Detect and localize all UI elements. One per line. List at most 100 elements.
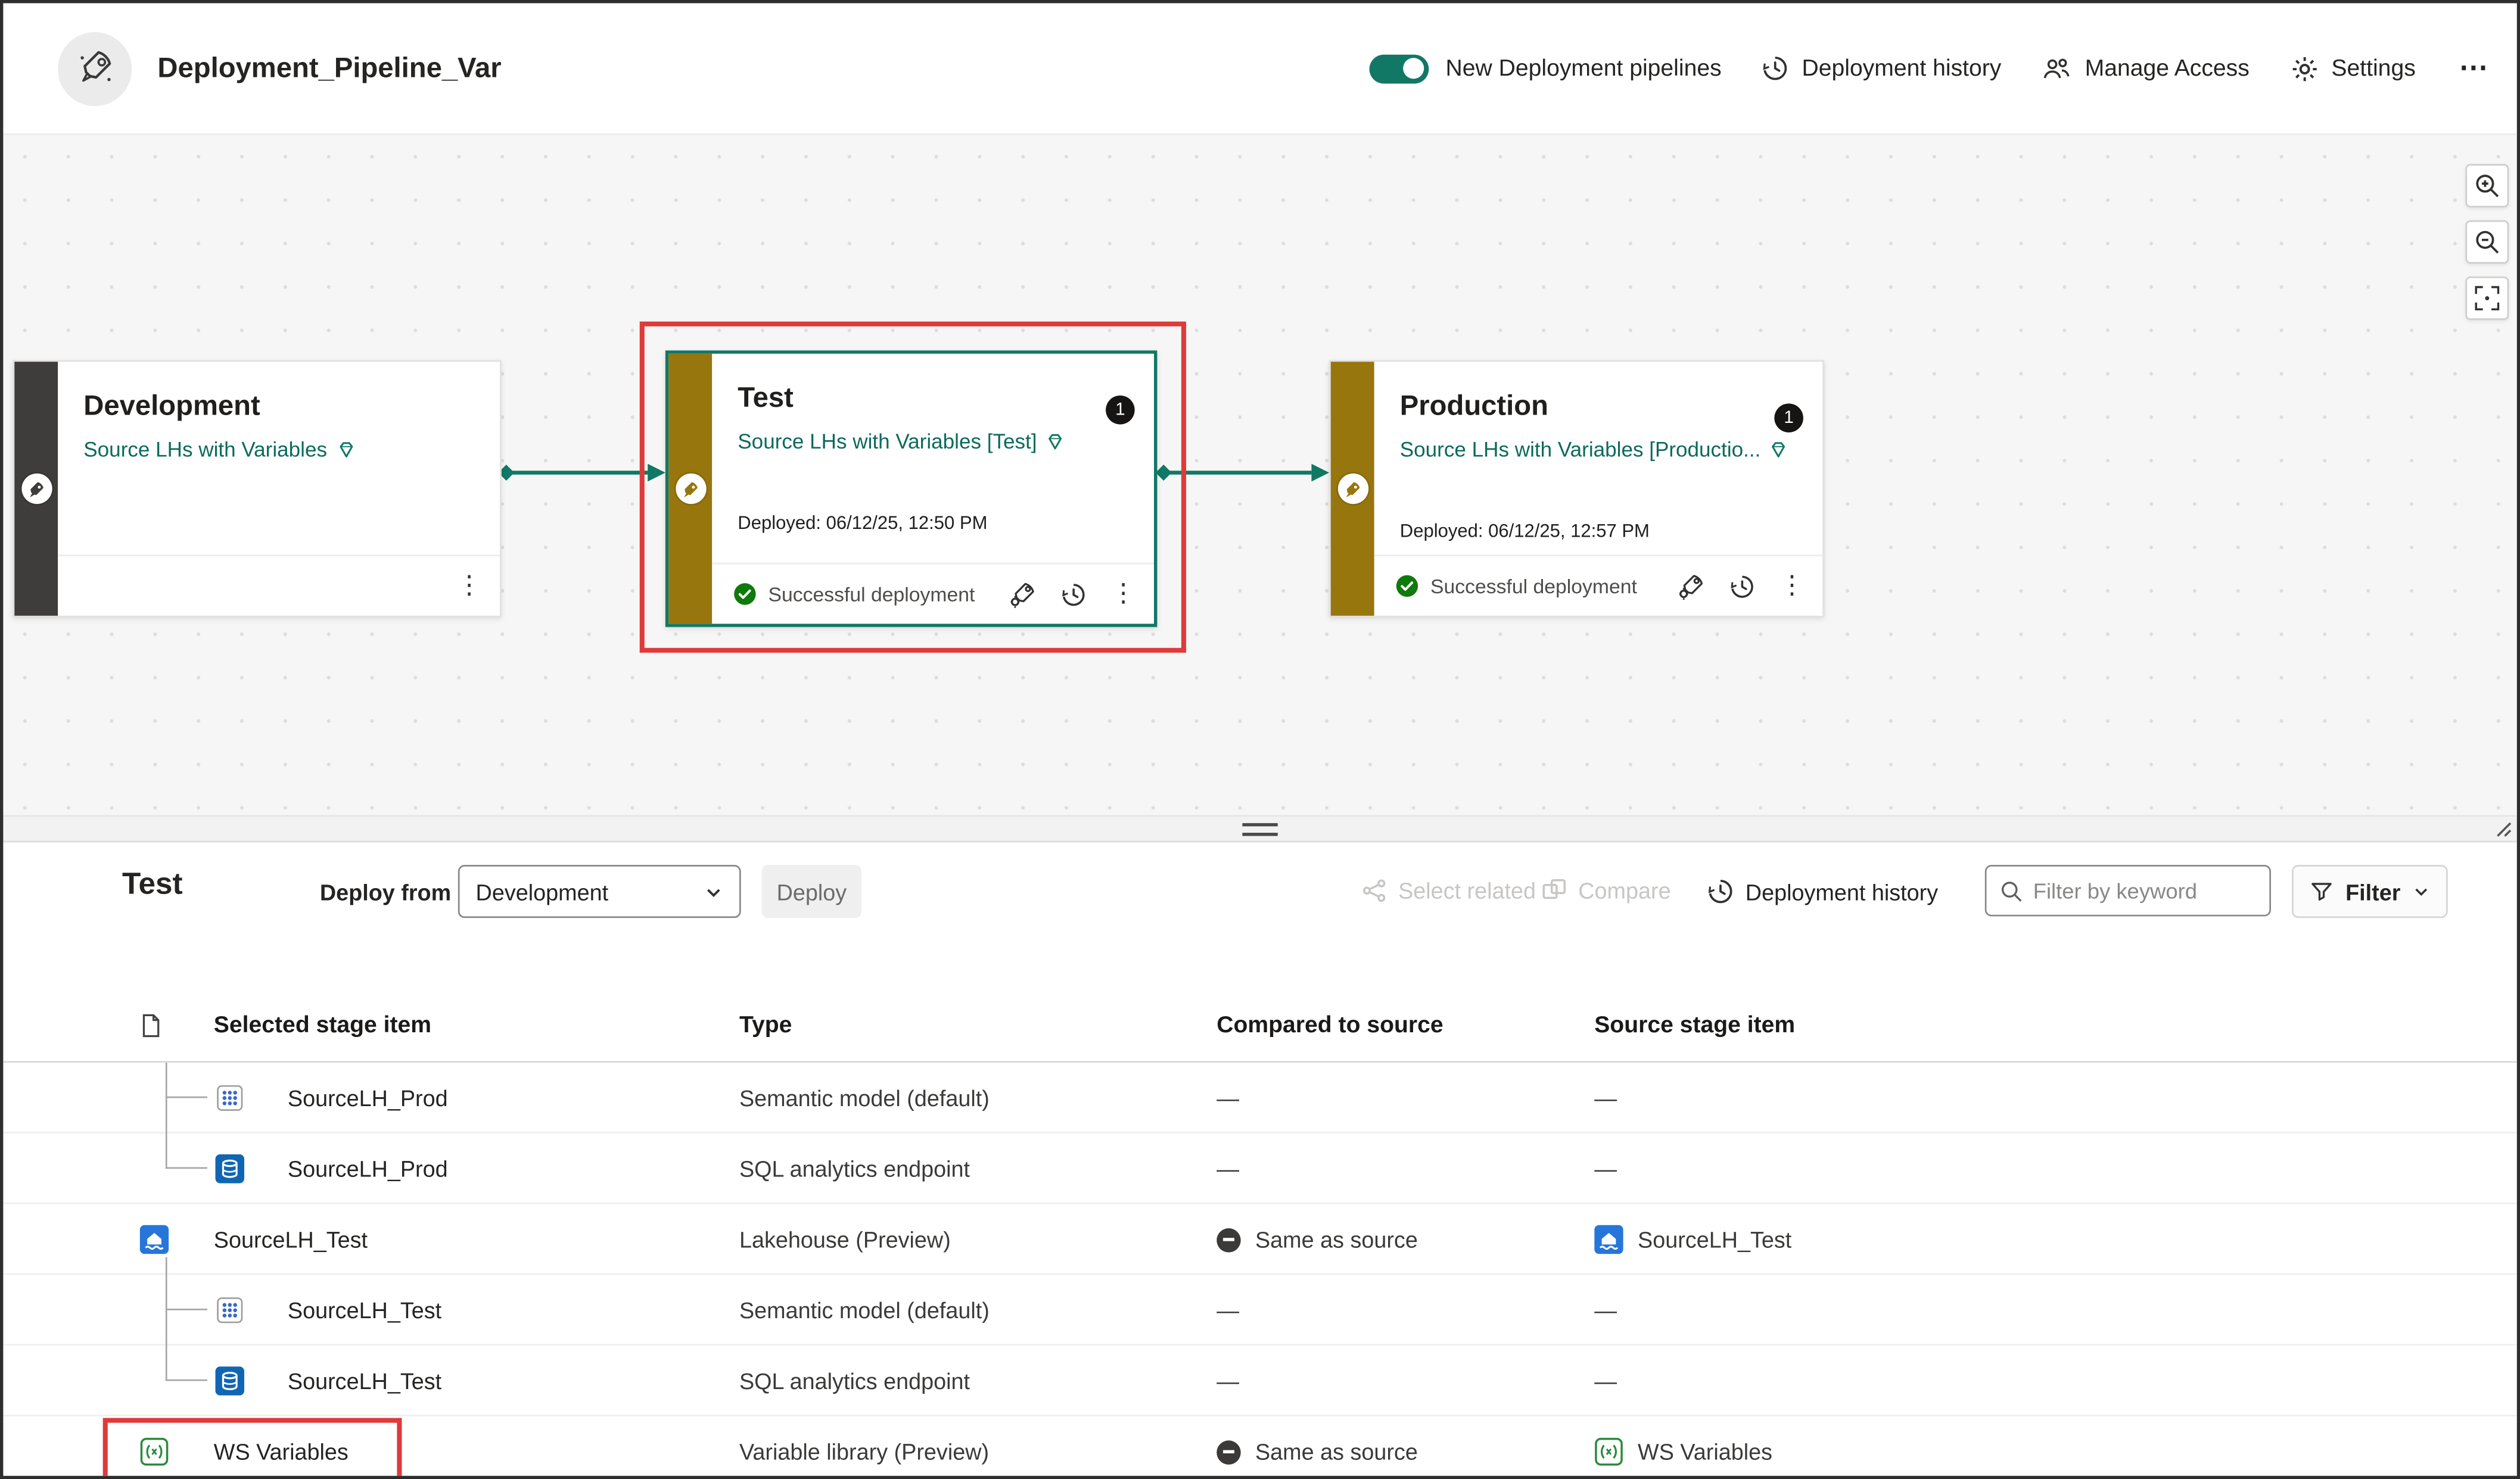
- canvas-zoom-toolbar: [2465, 164, 2509, 320]
- source-item: SourceLH_Test: [1594, 1204, 1791, 1275]
- stage-history-icon[interactable]: [1729, 573, 1755, 599]
- select-related-button[interactable]: Select related: [1361, 878, 1536, 904]
- manage-access-button[interactable]: Manage Access: [2042, 55, 2250, 81]
- stage-card-body: Test 1 Source LHs with Variables [Test] …: [712, 354, 1154, 624]
- stage-strip-development: [14, 362, 58, 615]
- deployed-timestamp: Deployed: 06/12/25, 12:57 PM: [1400, 522, 1650, 541]
- diamond-icon: [335, 439, 356, 460]
- stage-rocket-icon: [21, 474, 51, 504]
- success-check-icon: [733, 582, 757, 606]
- stage-card-body: Development Source LHs with Variables ⋮: [58, 362, 500, 615]
- item-count-badge: 1: [1106, 396, 1135, 425]
- pipeline-canvas[interactable]: Development Source LHs with Variables ⋮: [3, 135, 2516, 815]
- app-header: Deployment_Pipeline_Var New Deployment p…: [3, 3, 2516, 135]
- deploy-settings-icon[interactable]: [1676, 571, 1706, 600]
- deployment-status: Successful deployment: [1395, 574, 1637, 598]
- tree-connector: [166, 1346, 207, 1381]
- filter-button[interactable]: Filter: [2292, 865, 2448, 918]
- column-selected-stage-item[interactable]: Selected stage item: [214, 987, 431, 1063]
- source-item: WS Variables: [1594, 1416, 1772, 1476]
- item-name: SourceLH_Test: [214, 1204, 368, 1275]
- semantic-model-icon: [216, 1063, 245, 1134]
- compared-status: Same as source: [1217, 1416, 1418, 1476]
- workspace-link[interactable]: Source LHs with Variables [Productio...: [1400, 437, 1803, 461]
- panel-deployment-history-button[interactable]: Deployment history: [1707, 878, 1938, 905]
- same-as-source-icon: [1217, 1228, 1240, 1251]
- lakehouse-icon: [140, 1204, 169, 1275]
- zoom-in-button[interactable]: [2465, 164, 2509, 207]
- workspace-link[interactable]: Source LHs with Variables: [83, 437, 480, 461]
- pipeline-logo-icon: [58, 32, 132, 105]
- stage-more-button[interactable]: ⋮: [1110, 581, 1136, 607]
- table-row[interactable]: SourceLH_Test SQL analytics endpoint — —: [3, 1346, 2516, 1416]
- item-name: SourceLH_Prod: [288, 1063, 448, 1134]
- compare-button[interactable]: Compare: [1541, 878, 1670, 904]
- table-row[interactable]: SourceLH_Prod Semantic model (default) —…: [3, 1063, 2516, 1134]
- table-row[interactable]: SourceLH_Prod SQL analytics endpoint — —: [3, 1134, 2516, 1204]
- tree-connector: [166, 1063, 207, 1098]
- table-row[interactable]: SourceLH_Test Semantic model (default) —…: [3, 1275, 2516, 1346]
- stage-card-test[interactable]: Test 1 Source LHs with Variables [Test] …: [665, 350, 1158, 627]
- item-type: Semantic model (default): [739, 1063, 990, 1134]
- column-compared-to-source[interactable]: Compared to source: [1217, 987, 1443, 1063]
- search-icon: [1999, 879, 2023, 902]
- settings-button[interactable]: Settings: [2289, 54, 2416, 83]
- item-count-badge: 1: [1774, 403, 1803, 432]
- history-icon: [1707, 878, 1734, 905]
- zoom-out-button[interactable]: [2465, 220, 2509, 264]
- item-type: Lakehouse (Preview): [739, 1204, 951, 1275]
- stage-strip-test: [668, 354, 712, 624]
- success-check-icon: [1395, 574, 1419, 598]
- column-type[interactable]: Type: [739, 987, 792, 1063]
- table-row[interactable]: SourceLH_Test Lakehouse (Preview) Same a…: [3, 1204, 2516, 1275]
- item-type: Variable library (Preview): [739, 1416, 989, 1476]
- new-pipelines-toggle[interactable]: [1370, 54, 1430, 83]
- document-icon: [138, 987, 164, 1063]
- stage-card-footer: Successful deployment: [712, 563, 1154, 624]
- variable-library-icon: [1594, 1437, 1623, 1466]
- stage-history-icon[interactable]: [1061, 581, 1087, 607]
- workspace-link[interactable]: Source LHs with Variables [Test]: [738, 429, 1134, 453]
- stage-name: Production: [1400, 389, 1803, 423]
- stage-card-footer: ⋮: [58, 555, 500, 616]
- item-type: SQL analytics endpoint: [739, 1134, 970, 1204]
- resize-handle-icon[interactable]: [2494, 820, 2513, 839]
- deployment-history-button[interactable]: Deployment history: [1762, 55, 2001, 82]
- more-options-button[interactable]: ⋯: [2456, 51, 2491, 85]
- deploy-from-dropdown[interactable]: Development: [458, 865, 741, 918]
- tree-connector: [166, 1098, 167, 1133]
- funnel-icon: [2310, 879, 2334, 903]
- tree-connector: [166, 1275, 207, 1310]
- compared-value: —: [1217, 1346, 1239, 1416]
- item-name: SourceLH_Test: [288, 1275, 441, 1346]
- deploy-button[interactable]: Deploy: [762, 865, 861, 918]
- table-row[interactable]: WS Variables Variable library (Preview) …: [3, 1416, 2516, 1476]
- panel-divider: [3, 815, 2516, 842]
- table-header: Selected stage item Type Compared to sou…: [3, 987, 2516, 1063]
- stage-card-development[interactable]: Development Source LHs with Variables ⋮: [13, 360, 502, 618]
- item-type: Semantic model (default): [739, 1275, 990, 1346]
- fit-to-screen-button[interactable]: [2465, 276, 2509, 320]
- stage-detail-panel: Test Deploy from Development Deploy Sele…: [3, 842, 2516, 1475]
- deployed-timestamp: Deployed: 06/12/25, 12:50 PM: [738, 515, 987, 534]
- connector-dev-to-test: [495, 457, 668, 489]
- search-input[interactable]: [2033, 879, 2257, 902]
- keyword-filter-search: [1985, 865, 2271, 916]
- stage-card-footer: Successful deployment: [1374, 555, 1823, 616]
- divider-drag-handle[interactable]: [1242, 823, 1277, 836]
- gear-icon: [2289, 54, 2319, 83]
- panel-stage-title: Test: [122, 868, 183, 903]
- history-icon: [1762, 55, 1789, 82]
- stage-more-button[interactable]: ⋮: [1779, 573, 1805, 599]
- lakehouse-icon: [1594, 1225, 1623, 1254]
- semantic-model-icon: [216, 1275, 245, 1346]
- column-source-stage-item[interactable]: Source stage item: [1594, 987, 1795, 1063]
- compare-icon: [1541, 878, 1567, 904]
- header-actions: New Deployment pipelines Deployment hist…: [1370, 51, 2491, 85]
- stage-card-production[interactable]: Production 1 Source LHs with Variables […: [1329, 360, 1824, 618]
- deploy-settings-icon[interactable]: [1008, 580, 1037, 609]
- stage-rocket-icon: [675, 474, 705, 504]
- stage-card-body: Production 1 Source LHs with Variables […: [1374, 362, 1823, 615]
- stage-more-button[interactable]: ⋮: [456, 573, 482, 599]
- item-name: WS Variables: [214, 1416, 349, 1476]
